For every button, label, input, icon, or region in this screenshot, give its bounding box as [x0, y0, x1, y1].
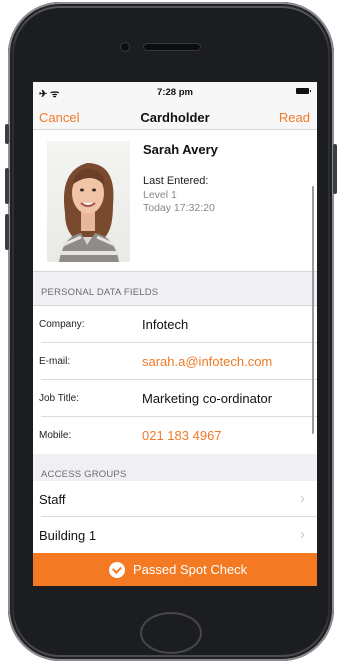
access-group-building-1[interactable]: Building 1 › [33, 517, 317, 553]
last-entered-location: Level 1 [143, 189, 177, 201]
battery-icon [296, 88, 311, 94]
personal-data-header-label: PERSONAL DATA FIELDS [41, 287, 159, 298]
chevron-right-icon: › [300, 526, 305, 543]
check-circle-icon [109, 562, 125, 578]
access-group-label: Staff [39, 492, 66, 507]
company-label: Company: [39, 319, 85, 330]
scrollbar[interactable] [312, 186, 314, 434]
cardholder-name: Sarah Avery [143, 142, 218, 157]
status-bar: ✈ ᯤ 7:28 pm [33, 82, 317, 102]
status-time: 7:28 pm [157, 87, 193, 98]
data-row-job-title: Job Title: Marketing co-ordinator [33, 380, 317, 417]
spot-check-label: Passed Spot Check [133, 562, 248, 577]
data-row-email: E-mail: sarah.a@infotech.com [33, 343, 317, 380]
email-link[interactable]: sarah.a@infotech.com [142, 354, 272, 369]
mute-switch [5, 124, 9, 144]
company-value: Infotech [142, 317, 189, 332]
chevron-right-icon: › [300, 490, 305, 507]
email-label: E-mail: [39, 356, 71, 367]
personal-data-header: PERSONAL DATA FIELDS [33, 272, 317, 306]
data-row-mobile: Mobile: 021 183 4967 [33, 417, 317, 454]
home-button[interactable] [140, 612, 202, 654]
volume-up-button [5, 168, 9, 204]
job-title-label: Job Title: [39, 393, 80, 404]
access-group-label: Building 1 [39, 528, 97, 543]
earpiece-speaker [144, 44, 200, 50]
last-entered-time: Today 17:32:20 [143, 202, 215, 214]
read-button[interactable]: Read [279, 110, 310, 125]
job-title-value: Marketing co-ordinator [142, 391, 273, 406]
last-entered-label: Last Entered: [143, 175, 209, 187]
power-button [333, 144, 337, 194]
front-camera-icon [121, 43, 129, 51]
access-group-staff[interactable]: Staff › [33, 481, 317, 517]
navigation-bar: Cancel Cardholder Read [33, 102, 317, 130]
mobile-link[interactable]: 021 183 4967 [142, 428, 222, 443]
spot-check-banner[interactable]: Passed Spot Check [33, 553, 317, 586]
page-title: Cardholder [140, 110, 210, 125]
cardholder-photo [47, 141, 130, 262]
data-row-company: Company: Infotech [33, 306, 317, 343]
mobile-label: Mobile: [39, 430, 72, 441]
volume-down-button [5, 214, 9, 250]
content-scroll[interactable]: Sarah Avery Last Entered: Level 1 Today … [33, 130, 317, 553]
access-groups-header-label: ACCESS GROUPS [41, 469, 127, 480]
app-screen: ✈ ᯤ 7:28 pm Cancel Cardholder Read Sarah… [33, 82, 317, 586]
profile-card: Sarah Avery Last Entered: Level 1 Today … [33, 130, 317, 272]
